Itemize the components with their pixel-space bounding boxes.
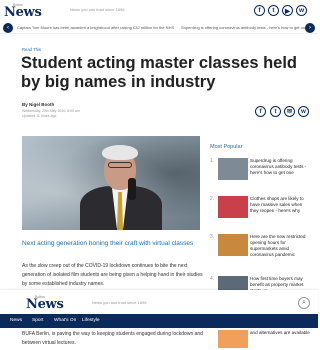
article-photo <box>22 136 200 230</box>
article-body: As the slow creep out of the COVID-19 lo… <box>22 263 203 287</box>
popular-title: Here are the new restricted opening hour… <box>250 234 306 257</box>
popular-title: Superdrug is offering coronavirus antibo… <box>250 158 307 175</box>
share-twitter-icon[interactable]: t <box>270 106 281 117</box>
youtube-icon[interactable]: ▶ <box>282 5 293 16</box>
twitter-icon[interactable]: t <box>268 5 279 16</box>
popular-thumbnail <box>218 158 248 180</box>
nav-item-whats-on[interactable]: What's On <box>54 318 76 323</box>
nav-item-sport[interactable]: Sport <box>32 318 43 323</box>
nav-item-news[interactable]: News <box>10 318 22 323</box>
search-icon[interactable]: ⌕ <box>298 297 310 309</box>
microphone-icon <box>128 178 136 200</box>
whatsapp-icon[interactable]: w <box>296 5 307 16</box>
article-date: Wednesday, 20th May 2020, 8:00 am <box>22 109 80 113</box>
site-tagline: News you can trust since 1896 <box>92 300 147 305</box>
site-logo[interactable]: Bolton News <box>4 3 42 21</box>
share-facebook-icon[interactable]: f <box>255 106 266 117</box>
ticker-prev-button[interactable]: ‹ <box>3 23 13 33</box>
popular-thumbnail <box>218 196 248 218</box>
popular-item[interactable]: 3. Here are the new restricted opening h… <box>210 234 310 264</box>
facebook-icon[interactable]: f <box>254 5 265 16</box>
nav-item-lifestyle[interactable]: Lifestyle <box>82 318 100 323</box>
site-tagline: News you can trust since 1896 <box>70 7 125 12</box>
section-label[interactable]: Read This <box>22 47 41 52</box>
most-popular-heading: Most Popular <box>210 144 243 150</box>
news-ticker: ‹ Captain Tom Moore has been awarded a k… <box>0 23 318 34</box>
article-headline: Student acting master classes held by bi… <box>21 54 298 91</box>
popular-rank: 1. <box>210 158 215 164</box>
article-author[interactable]: By Nigel Booth <box>22 102 54 107</box>
article-updated: Updated 11 hours ago <box>22 114 57 118</box>
logo-text: News <box>4 5 42 20</box>
photo-caption: Next acting generation honing their craf… <box>22 240 194 247</box>
popular-item[interactable]: 2. Clothes shops are likely to have mass… <box>210 196 310 226</box>
popular-rank: 4. <box>210 276 215 282</box>
article-body-continued: BUFA Berlin, is paving the way to keepin… <box>22 331 203 346</box>
share-whatsapp-icon[interactable]: w <box>298 106 309 117</box>
popular-thumbnail <box>218 234 248 256</box>
ticker-item[interactable]: Captain Tom Moore has been awarded a kni… <box>17 25 174 30</box>
popular-rank: 3. <box>210 234 215 240</box>
logo-text: News <box>26 297 64 312</box>
popular-rank: 2. <box>210 196 215 202</box>
ticker-next-button[interactable]: › <box>305 23 315 33</box>
share-email-icon[interactable]: ✉ <box>284 106 295 117</box>
site-header: Bolton News News you can trust since 189… <box>0 0 318 22</box>
popular-title-partial[interactable]: and alternatives are available <box>250 330 312 336</box>
ticker-item[interactable]: Superdrug is offering coronavirus antibo… <box>181 25 307 30</box>
main-nav: News Sport What's On Lifestyle <box>0 314 318 328</box>
popular-title: Clothes shops are likely to have massive… <box>250 196 304 213</box>
popular-item[interactable]: 1. Superdrug is offering coronavirus ant… <box>210 158 310 188</box>
popular-thumbnail <box>218 330 248 348</box>
